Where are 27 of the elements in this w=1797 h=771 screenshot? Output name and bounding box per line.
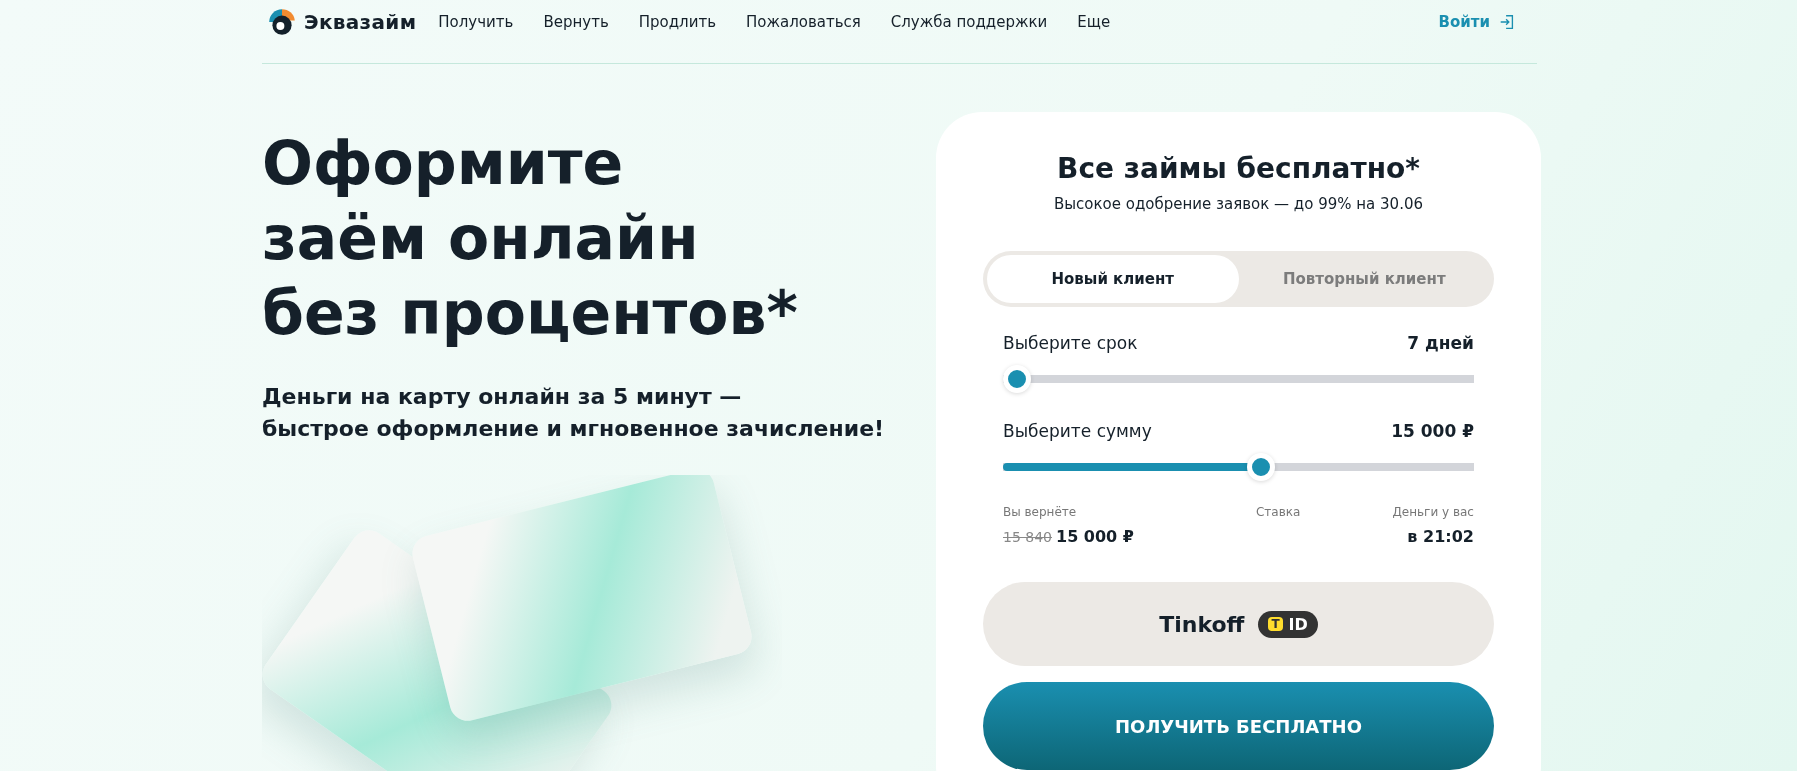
client-tab[interactable]: Новый клиент (987, 255, 1239, 303)
summary-label: Ставка (1256, 505, 1301, 519)
slider-label: Выберите сумму (1003, 421, 1152, 441)
summary-label: Вы вернёте (1003, 505, 1078, 519)
summary-label: Деньги у вас (1392, 505, 1474, 519)
logo-icon (266, 6, 298, 38)
slider-label: Выберите срок (1003, 333, 1138, 353)
nav-link[interactable]: Вернуть (543, 13, 609, 31)
form-subtitle: Высокое одобрение заявок — до 99% на 30.06 (1053, 195, 1424, 213)
old-amount: 15 840 (1003, 529, 1052, 545)
form-title: Все займы бесплатно* (1056, 152, 1421, 185)
hero-title: Оформите заём онлайн без процентов* (262, 127, 799, 350)
nav-link[interactable]: Пожаловаться (746, 13, 861, 31)
slider-value: 7 дней (1407, 333, 1474, 353)
nav-link[interactable]: Продлить (638, 13, 716, 31)
nav-link[interactable]: Служба поддержки (890, 13, 1048, 31)
summary-value: в 21:02 (1407, 527, 1474, 546)
login-link[interactable]: Войти (1438, 13, 1490, 31)
tinkoff-id-button[interactable]: Tinkoff T ID (983, 582, 1494, 666)
nav-link[interactable]: Еще (1077, 13, 1111, 31)
submit-button[interactable]: ПОЛУЧИТЬ БЕСПЛАТНО (983, 682, 1494, 770)
nav-link[interactable]: Получить (438, 13, 514, 31)
login-icon[interactable] (1498, 13, 1516, 31)
logo-text[interactable]: Эквазайм (304, 10, 417, 34)
slider-value: 15 000 ₽ (1391, 421, 1474, 441)
hero-subtitle: Деньги на карту онлайн за 5 минут — быстрое оформление и мгновенное зачисление! (262, 383, 886, 443)
summary-value: 15 000 ₽ (1056, 527, 1134, 546)
